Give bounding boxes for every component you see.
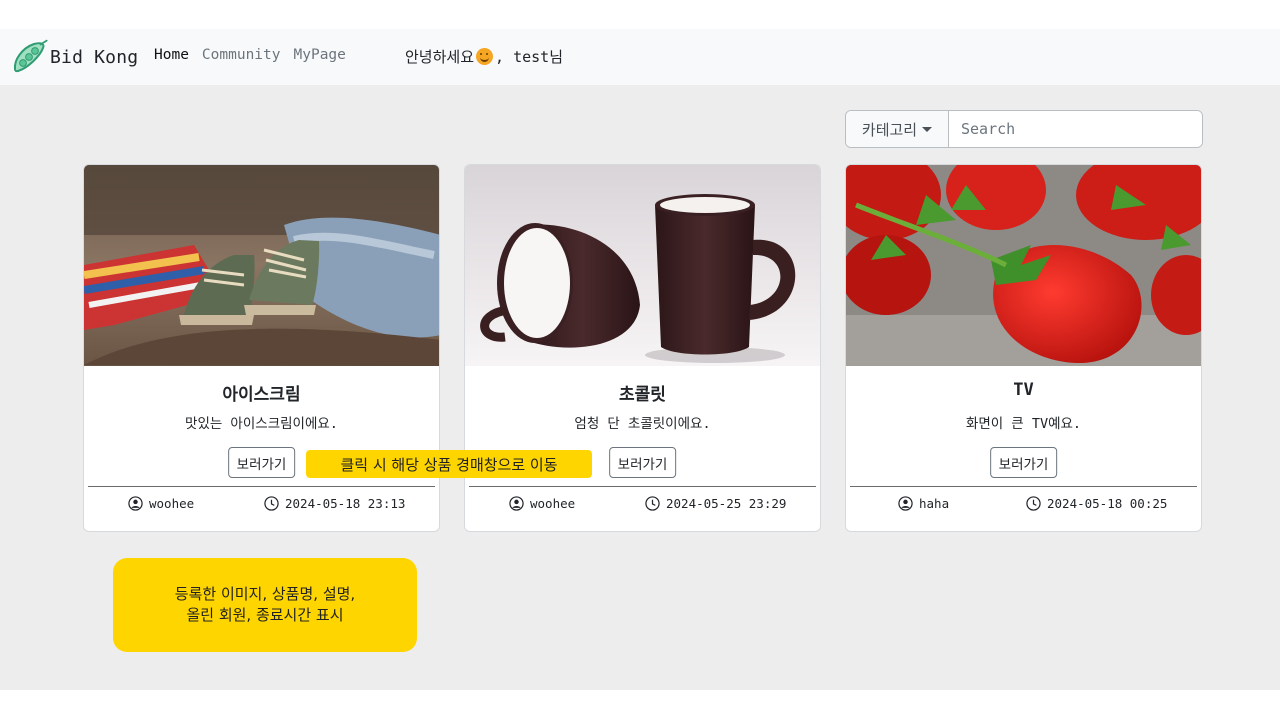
coffee-mugs-photo (465, 165, 820, 366)
product-description: 엄청 단 초콜릿이에요. (574, 416, 711, 432)
baby-shoes-photo (84, 165, 439, 366)
strawberries-photo (846, 165, 1201, 366)
navbar: Bid Kong Home Community MyPage 안녕하세요 , t… (0, 29, 1280, 85)
search-group: 카테고리 (845, 110, 1203, 148)
card-meta: woohee 2024-05-18 23:13 (84, 496, 439, 514)
nav-links: Home Community MyPage (154, 47, 359, 63)
meta-user: woohee (509, 496, 575, 511)
user-circle-icon (128, 496, 143, 511)
product-image-mugs[interactable] (465, 165, 820, 366)
caret-down-icon (922, 126, 933, 132)
product-title: 아이스크림 (222, 385, 301, 405)
brand-name: Bid Kong (50, 46, 139, 68)
brand-link[interactable]: Bid Kong (10, 38, 138, 76)
nav-link-home[interactable]: Home (154, 47, 189, 63)
meta-time: 2024-05-25 23:29 (645, 496, 786, 511)
divider (469, 486, 816, 487)
product-description: 맛있는 아이스크림이에요. (185, 416, 338, 432)
user-circle-icon (509, 496, 524, 511)
product-image-strawberries[interactable] (846, 165, 1201, 366)
view-button[interactable]: 보러가기 (227, 447, 296, 478)
meta-user: woohee (128, 496, 194, 511)
product-description: 화면이 큰 TV예요. (965, 416, 1082, 432)
annotation-card-note-line1: 등록한 이미지, 상품명, 설명, (174, 585, 356, 603)
annotation-card-note-line2: 올린 회원, 종료시간 표시 (186, 606, 344, 624)
view-button[interactable]: 보러가기 (989, 447, 1058, 478)
user-name: woohee (530, 496, 576, 511)
main-content: 카테고리 Search 아이스크림 맛있는 아이스크림이에요. 보러가기 woo… (0, 85, 1280, 690)
user-name: woohee (149, 496, 195, 511)
clock-icon (264, 496, 279, 511)
greeting-prefix: 안녕하세요 (405, 48, 475, 66)
user-circle-icon (898, 496, 913, 511)
product-title: TV (1013, 380, 1034, 400)
annotation-card-note: 등록한 이미지, 상품명, 설명, 올린 회원, 종료시간 표시 (113, 558, 417, 652)
product-card: TV 화면이 큰 TV예요. 보러가기 haha 2024-05-18 00:2… (845, 164, 1202, 532)
search-input[interactable] (949, 111, 1202, 147)
divider (88, 486, 435, 487)
greeting: 안녕하세요 , test님 (405, 46, 563, 67)
divider (850, 486, 1197, 487)
annotation-button-note: 클릭 시 해당 상품 경매창으로 이동 (306, 450, 592, 478)
clock-icon (1026, 496, 1041, 511)
smile-emoji-icon (476, 48, 494, 65)
end-time: 2024-05-18 23:13 (285, 496, 406, 511)
view-button[interactable]: 보러가기 (608, 447, 677, 478)
peapod-icon (13, 39, 48, 73)
end-time: 2024-05-25 23:29 (666, 496, 787, 511)
card-meta: haha 2024-05-18 00:25 (846, 496, 1201, 514)
meta-user: haha (898, 496, 949, 511)
category-dropdown[interactable]: 카테고리 (846, 111, 949, 147)
product-title: 초콜릿 (619, 385, 666, 405)
end-time: 2024-05-18 00:25 (1047, 496, 1168, 511)
greeting-suffix: , test님 (495, 48, 564, 66)
user-name: haha (919, 496, 950, 511)
category-label: 카테고리 (861, 120, 918, 139)
card-meta: woohee 2024-05-25 23:29 (465, 496, 820, 514)
meta-time: 2024-05-18 00:25 (1026, 496, 1167, 511)
nav-link-mypage[interactable]: MyPage (294, 47, 346, 63)
clock-icon (645, 496, 660, 511)
meta-time: 2024-05-18 23:13 (264, 496, 405, 511)
product-image-baby-shoes[interactable] (84, 165, 439, 366)
nav-link-community[interactable]: Community (202, 47, 281, 63)
